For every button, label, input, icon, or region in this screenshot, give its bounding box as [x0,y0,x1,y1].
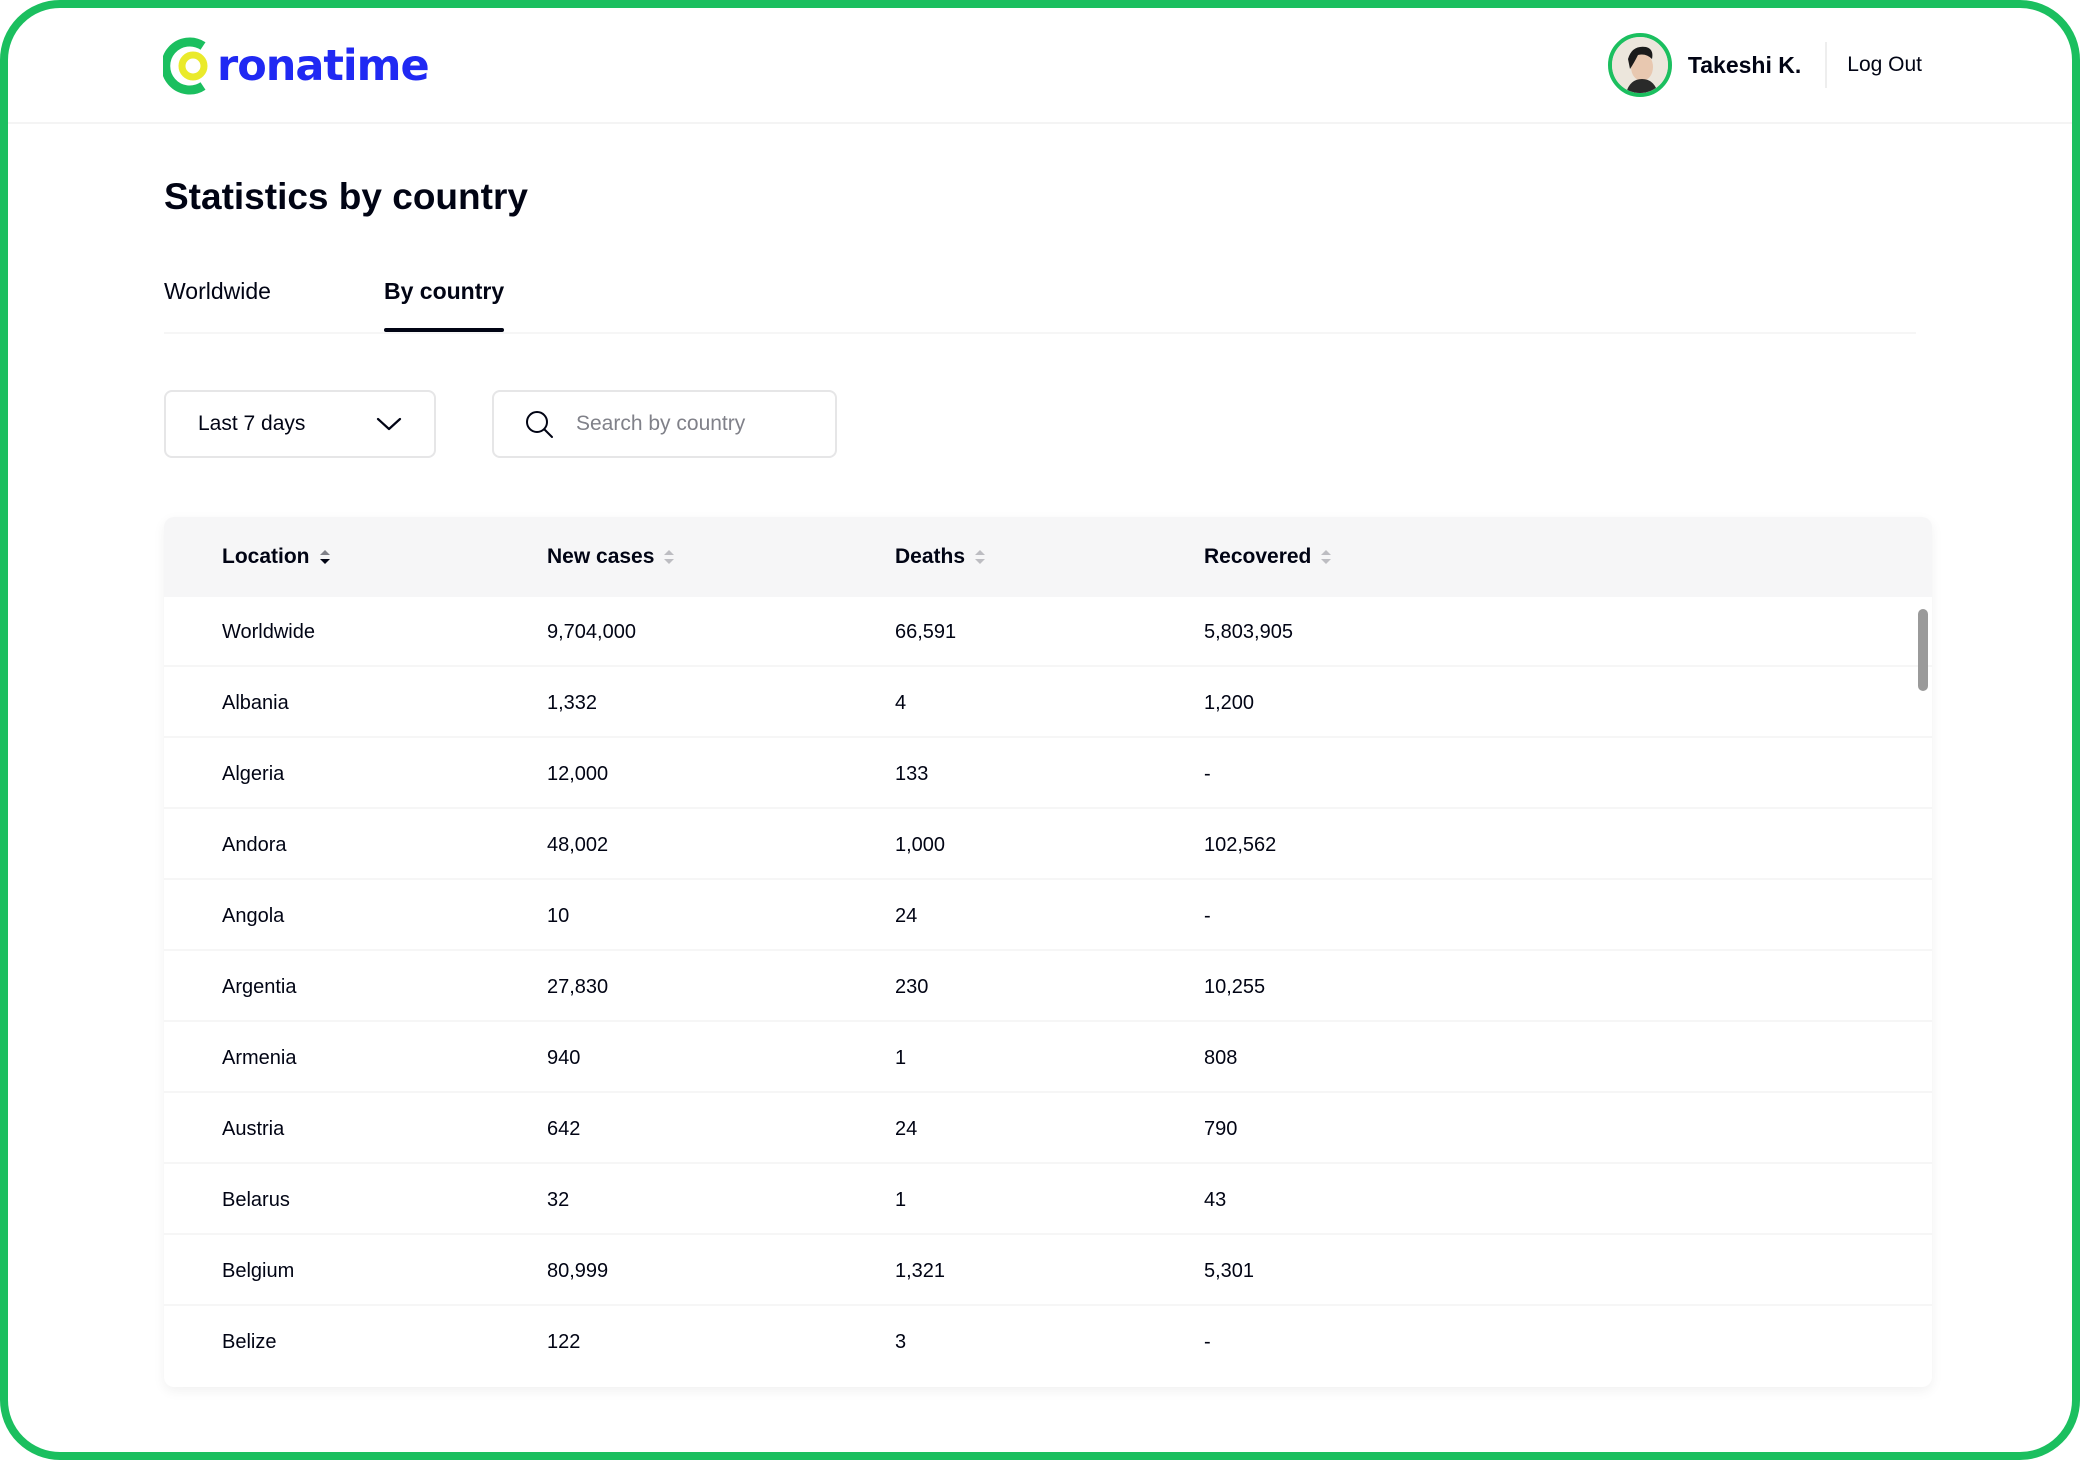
table-scrollbar[interactable] [1918,609,1928,691]
cell-new-cases: 642 [547,1118,581,1140]
column-header-deaths[interactable]: Deaths [895,517,987,597]
cell-location: Andora [222,834,287,856]
column-header-recovered[interactable]: Recovered [1204,517,1333,597]
username: Takeshi K. [1687,51,1802,78]
cell-location: Belize [222,1331,277,1353]
cell-recovered: 5,803,905 [1204,621,1293,643]
table-row[interactable]: Armenia 940 1 808 [164,1023,1932,1093]
cell-recovered: - [1204,905,1211,927]
logout-link[interactable]: Log Out [1847,53,1922,77]
cell-location: Worldwide [222,621,315,643]
logo-text: ronatime [217,41,430,91]
logo-mark-icon [163,37,208,95]
logo[interactable]: ronatime [163,34,430,98]
cell-location: Albania [222,692,289,714]
table-row[interactable]: Angola 10 24 - [164,881,1932,951]
cell-recovered: 43 [1204,1189,1227,1211]
cell-new-cases: 9,704,000 [547,621,636,643]
table-row[interactable]: Austria 642 24 790 [164,1094,1932,1164]
cell-deaths: 230 [895,976,929,998]
cell-location: Armenia [222,1047,297,1069]
app-window: ronatime Takeshi K. Log Out Statistics b… [0,0,2080,1460]
cell-recovered: - [1204,763,1211,785]
cell-new-cases: 80,999 [547,1260,609,1282]
cell-new-cases: 1,332 [547,692,598,714]
sort-icon [975,550,986,564]
cell-deaths: 3 [895,1331,907,1353]
table-row[interactable]: Algeria 12,000 133 - [164,739,1932,809]
cell-deaths: 1,000 [895,834,946,856]
cell-new-cases: 940 [547,1047,581,1069]
cell-recovered: 790 [1204,1118,1238,1140]
cell-recovered: 10,255 [1204,976,1266,998]
cell-new-cases: 27,830 [547,976,609,998]
sort-icon [1321,550,1332,564]
top-header: ronatime Takeshi K. Log Out [8,8,2072,124]
table-row[interactable]: Belgium 80,999 1,321 5,301 [164,1236,1932,1306]
search-input[interactable] [574,411,798,437]
tab-worldwide[interactable]: Worldwide [164,278,271,305]
table-header: Location New cases Deaths Recovered [164,517,1932,597]
cell-deaths: 24 [895,1118,918,1140]
cell-deaths: 4 [895,692,907,714]
search-icon [526,411,553,438]
search-box [492,390,837,458]
cell-recovered: 808 [1204,1047,1238,1069]
cell-recovered: 102,562 [1204,834,1277,856]
sort-desc-icon [319,550,330,564]
cell-deaths: 1,321 [895,1260,946,1282]
sort-icon [664,550,675,564]
column-header-location[interactable]: Location [222,517,332,597]
cell-deaths: 66,591 [895,621,957,643]
header-divider [1825,42,1828,88]
cell-location: Belarus [222,1189,290,1211]
cell-deaths: 1 [895,1189,907,1211]
table-row[interactable]: Belize 122 3 - [164,1307,1932,1377]
period-select-value: Last 7 days [198,412,306,435]
cell-recovered: - [1204,1331,1211,1353]
cell-location: Belgium [222,1260,295,1282]
table-row[interactable]: Argentia 27,830 230 10,255 [164,952,1932,1022]
column-header-new-cases[interactable]: New cases [547,517,676,597]
cell-location: Austria [222,1118,285,1140]
page-title: Statistics by country [164,176,528,217]
table-row[interactable]: Albania 1,332 4 1,200 [164,668,1932,738]
cell-new-cases: 12,000 [547,763,609,785]
cell-new-cases: 10 [547,905,570,927]
cell-recovered: 1,200 [1204,692,1255,714]
table-row[interactable]: Worldwide 9,704,000 66,591 5,803,905 [164,597,1932,667]
cell-deaths: 1 [895,1047,907,1069]
cell-new-cases: 122 [547,1331,581,1353]
period-select[interactable]: Last 7 days [164,390,436,458]
table-row[interactable]: Belarus 32 1 43 [164,1165,1932,1235]
cell-recovered: 5,301 [1204,1260,1255,1282]
cell-location: Algeria [222,763,285,785]
cell-location: Angola [222,905,285,927]
chevron-down-icon [376,417,402,431]
cell-deaths: 24 [895,905,918,927]
cell-location: Argentia [222,976,297,998]
cell-deaths: 133 [895,763,929,785]
table-row[interactable]: Andora 48,002 1,000 102,562 [164,810,1932,880]
avatar[interactable] [1607,33,1672,97]
cell-new-cases: 32 [547,1189,570,1211]
tab-by-country[interactable]: By country [384,278,505,332]
cell-new-cases: 48,002 [547,834,609,856]
user-menu: Takeshi K. Log Out [1607,30,1922,100]
tab-bar: Worldwide By country [164,278,1916,334]
avatar-photo [1611,37,1668,93]
statistics-table: Location New cases Deaths Recovered Worl… [164,517,1932,1387]
